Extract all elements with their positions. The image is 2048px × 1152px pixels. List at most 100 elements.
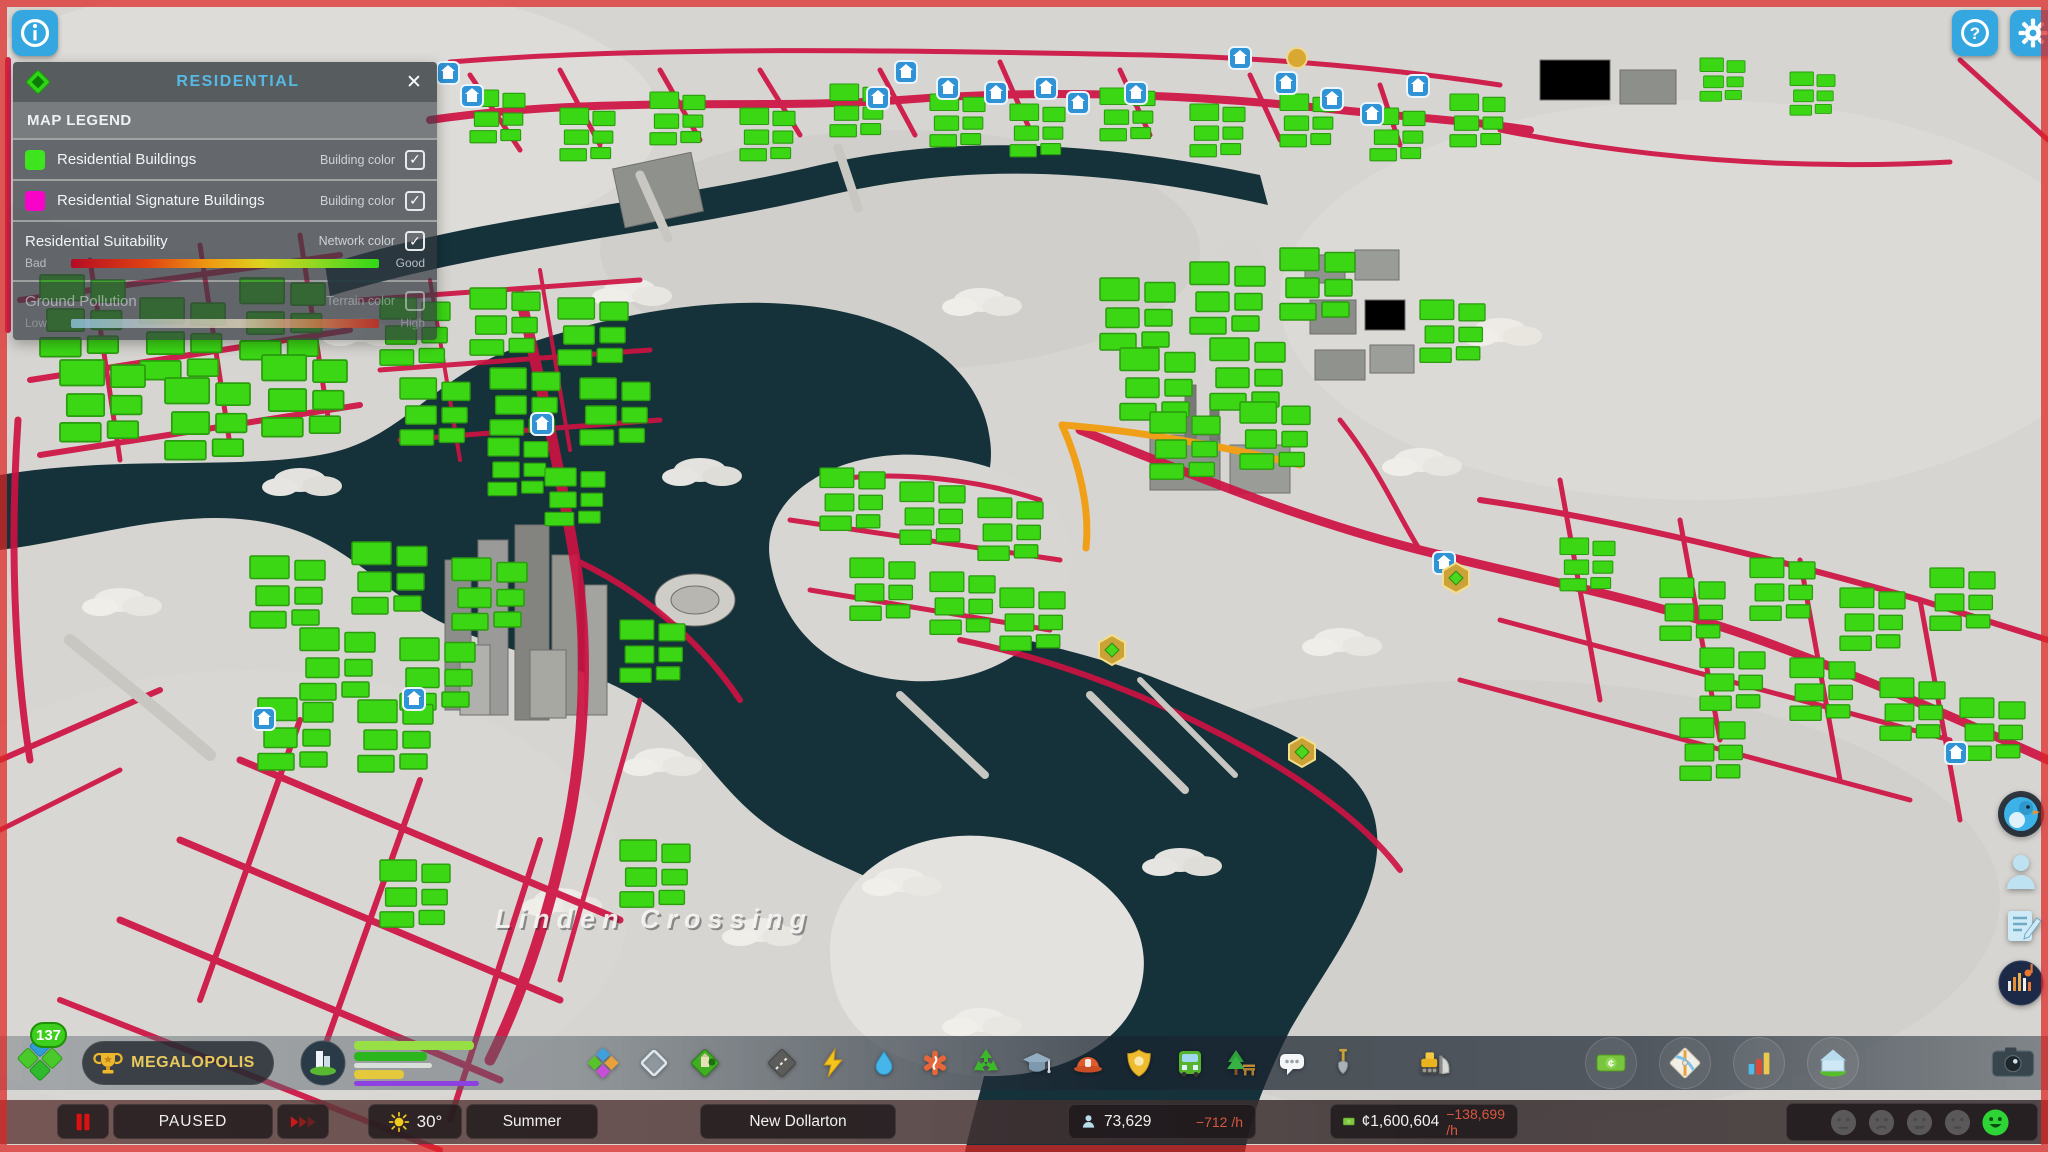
healthcare-button[interactable]	[915, 1043, 955, 1083]
city-progression-button[interactable]	[1807, 1037, 1859, 1089]
tree-bench-icon	[1227, 1050, 1255, 1076]
building-color-checkbox[interactable]: ✓	[405, 149, 425, 170]
service-marker-icon[interactable]	[402, 687, 426, 711]
service-marker-icon[interactable]	[894, 60, 918, 84]
milestone-level-widget[interactable]: 137	[12, 1022, 76, 1092]
economy-button[interactable]: ¢	[1585, 1037, 1637, 1089]
service-marker-icon[interactable]	[866, 86, 890, 110]
service-marker-icon[interactable]	[1124, 81, 1148, 105]
service-marker-icon[interactable]	[1406, 74, 1430, 98]
healthcare-icon	[923, 1050, 947, 1076]
service-marker-icon[interactable]	[436, 61, 460, 85]
service-marker-icon[interactable]	[460, 84, 484, 108]
radio-icon[interactable]	[1997, 959, 2045, 1007]
svg-text:Linden Crossing: Linden Crossing	[495, 904, 813, 934]
panel-title: RESIDENTIAL	[176, 73, 300, 90]
service-marker-icon[interactable]	[252, 707, 276, 731]
service-marker-icon[interactable]	[984, 81, 1008, 105]
fire-rescue-button[interactable]	[1068, 1043, 1108, 1083]
demand-bars	[354, 1040, 479, 1086]
money-rate: −138,699 /h	[1446, 1105, 1505, 1138]
weather-widget[interactable]: 30°	[368, 1104, 462, 1139]
zones-button[interactable]	[583, 1043, 623, 1083]
bulldozer-button[interactable]	[1414, 1043, 1454, 1083]
pollution-gradient	[71, 318, 379, 328]
info-button[interactable]	[12, 10, 58, 56]
population-icon	[1082, 1115, 1095, 1128]
roads-button[interactable]	[762, 1043, 802, 1083]
terrain-color-checkbox[interactable]	[405, 291, 425, 311]
office-demand-bar	[354, 1080, 479, 1086]
service-marker-icon[interactable]	[1228, 46, 1252, 70]
gear-icon	[2018, 18, 2048, 48]
landscaping-button[interactable]	[685, 1043, 725, 1083]
districts-button[interactable]	[634, 1043, 674, 1083]
communications-button[interactable]	[1272, 1043, 1312, 1083]
statistics-button[interactable]	[1733, 1037, 1785, 1089]
simulation-state-label: PAUSED	[113, 1104, 273, 1139]
transportation-button[interactable]	[1170, 1043, 1210, 1083]
police-button[interactable]	[1119, 1043, 1159, 1083]
map-tiles-button[interactable]	[1659, 1037, 1711, 1089]
garbage-button[interactable]	[966, 1043, 1006, 1083]
service-marker-icon[interactable]	[1360, 102, 1384, 126]
happiness-widget[interactable]	[1786, 1103, 2038, 1141]
education-button[interactable]	[1017, 1043, 1057, 1083]
residential-demand-bar	[354, 1040, 474, 1050]
service-marker-icon[interactable]	[1034, 76, 1058, 100]
landscaping-icon	[691, 1049, 719, 1077]
building-color-checkbox[interactable]: ✓	[405, 190, 425, 211]
city-name-button[interactable]: New Dollarton	[700, 1104, 896, 1139]
shovel-icon	[1338, 1048, 1348, 1075]
map-icon	[1669, 1047, 1701, 1079]
demand-widget[interactable]	[300, 1040, 479, 1086]
service-marker-icon[interactable]	[1320, 87, 1344, 111]
settings-button[interactable]	[2010, 10, 2048, 56]
photo-mode-button[interactable]	[1990, 1045, 2036, 1080]
terraforming-button[interactable]	[1323, 1043, 1363, 1083]
trophy-icon	[93, 1052, 123, 1074]
happiness-face-unhappy	[1868, 1109, 1895, 1135]
service-marker-icon[interactable]	[1944, 741, 1968, 765]
district-label: Linden Crossing Linden Crossing	[495, 904, 813, 936]
water-sewage-button[interactable]	[864, 1043, 904, 1083]
suitability-gradient	[71, 258, 379, 268]
close-icon[interactable]: ✕	[401, 69, 427, 95]
pause-button[interactable]	[57, 1104, 109, 1139]
signature-building-marker-icon[interactable]	[1442, 562, 1470, 594]
journal-icon[interactable]	[1999, 904, 2043, 948]
population-value: 73,629	[1104, 1112, 1152, 1130]
service-marker-icon[interactable]	[1066, 91, 1090, 115]
map-legend-heading: MAP LEGEND	[13, 102, 437, 138]
parks-recreation-button[interactable]	[1221, 1043, 1261, 1083]
infoview-panel: RESIDENTIAL ✕ MAP LEGEND Residential Bui…	[13, 62, 437, 340]
bulldozer-icon	[1420, 1052, 1450, 1075]
infoview-panel-header: RESIDENTIAL ✕	[13, 62, 437, 102]
signature-building-marker-icon[interactable]	[1098, 634, 1126, 666]
signature-building-marker-icon[interactable]	[1288, 736, 1316, 768]
milestone-button[interactable]: MEGALOPOLIS	[82, 1041, 274, 1085]
money-widget[interactable]: ¢1,600,604 −138,699 /h	[1330, 1104, 1518, 1139]
status-bar: PAUSED 30° Summer New Dollarton 73,629 −…	[0, 1100, 2048, 1144]
service-marker-icon[interactable]	[1274, 71, 1298, 95]
svg-text:¢: ¢	[1608, 1058, 1614, 1070]
recycle-icon	[973, 1049, 999, 1071]
zones-icon	[587, 1047, 619, 1079]
chirper-icon[interactable]	[1997, 790, 2045, 838]
happiness-face-content	[1944, 1109, 1971, 1135]
help-button[interactable]: ?	[1952, 10, 1998, 56]
speed-button[interactable]	[277, 1104, 329, 1139]
population-widget[interactable]: 73,629 −712 /h	[1068, 1104, 1256, 1139]
network-color-checkbox[interactable]: ✓	[405, 231, 425, 251]
industrial-demand-bar	[354, 1069, 404, 1079]
follow-citizen-icon[interactable]	[1999, 849, 2043, 893]
legend-row-ground-pollution: Ground Pollution Terrain color Low High	[13, 282, 437, 340]
legend-row-signature-buildings: Residential Signature Buildings Building…	[13, 181, 437, 220]
signature-buildings-swatch	[25, 190, 45, 211]
alert-marker-icon[interactable]	[1286, 47, 1308, 69]
electricity-button[interactable]	[813, 1043, 853, 1083]
main-toolbar: 137 MEGALOPOLIS ¢	[0, 1022, 2048, 1090]
level-badge: 137	[30, 1022, 68, 1048]
service-marker-icon[interactable]	[530, 412, 554, 436]
service-marker-icon[interactable]	[936, 76, 960, 100]
